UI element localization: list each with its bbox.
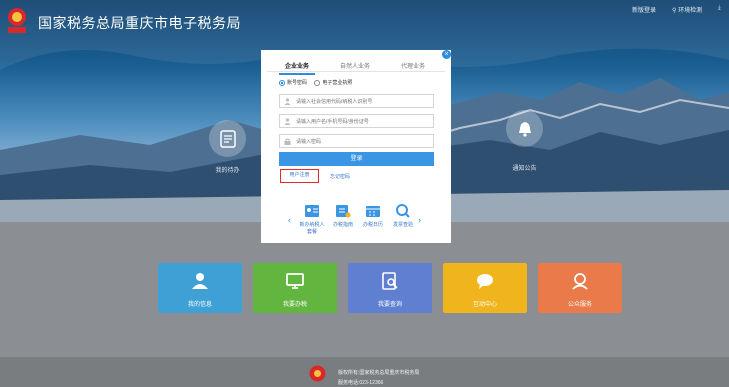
radio-account-password[interactable]: 账号密码 [279,79,307,86]
copyright-text: 版权所有:国家税务总局重庆市税务局 [338,370,420,376]
password-field[interactable] [279,134,434,148]
person-icon [284,118,291,125]
service-tax-guide[interactable]: 办税指南 [329,204,357,228]
my-todo-entry[interactable]: 我的待办 [205,120,250,174]
forgot-password-link[interactable]: 忘记密码 [330,173,350,180]
login-method-radios: 账号密码 电子营业执照 [279,79,352,86]
tile-my-info[interactable]: 我的信息 [158,263,242,313]
next-arrow-icon[interactable]: › [418,215,421,225]
radio-unchecked-icon [314,79,321,86]
tab-enterprise[interactable]: 企业业务 [267,61,327,75]
prev-arrow-icon[interactable]: ‹ [288,215,291,225]
download-icon[interactable]: ⤓ [718,5,721,12]
login-tabs: 企业业务 自然人业务 代理业务 [267,56,445,75]
my-todo-label: 我的待办 [215,168,240,174]
tax-emblem-icon [309,365,326,382]
phone-text: 服务电话:023-12366 [338,380,384,386]
search-icon: ⚲ [672,8,677,14]
credit-code-input[interactable] [296,97,430,106]
tile-interaction[interactable]: 互动中心 [443,263,527,313]
lock-icon [284,138,291,145]
tile-query[interactable]: 我要查询 [348,263,432,313]
page: 国家税务总局重庆市电子税务局 新版登录 ⚲ 环境检测 ⤓ 我的待办 通知公告 我… [0,0,729,387]
password-input[interactable] [296,137,430,146]
bell-icon [506,110,543,147]
radio-checked-icon [279,79,285,86]
service-tax-calendar[interactable]: 办税日历 [359,204,387,228]
person-icon [284,98,291,105]
site-title: 国家税务总局重庆市电子税务局 [38,15,241,31]
env-check-link[interactable]: ⚲ 环境检测 [672,5,702,14]
document-icon [209,120,246,157]
id-card-icon [305,205,319,217]
tile-public-service[interactable]: 公众服务 [538,263,622,313]
new-login-link[interactable]: 新版登录 [632,5,656,14]
tab-agent[interactable]: 代理业务 [383,61,443,70]
login-button[interactable]: 登录 [279,152,434,166]
service-icon [572,273,588,290]
username-field[interactable] [279,114,434,128]
tab-individual[interactable]: 自然人业务 [325,61,385,70]
guide-icon [336,205,351,218]
notice-entry[interactable]: 通知公告 [502,110,547,172]
service-new-taxpayer[interactable]: 新办纳税人套餐 [298,204,326,235]
chat-icon [477,274,493,289]
monitor-icon [286,273,304,289]
service-invoice-check[interactable]: 发票查验 [389,204,417,228]
radio-business-license[interactable]: 电子营业执照 [314,79,352,86]
tile-file-tax[interactable]: 我要办税 [253,263,337,313]
site-footer: 版权所有:国家税务总局重庆市税务局 服务电话:023-12366 [0,357,729,387]
magnifier-icon [396,204,410,218]
calendar-icon [366,206,380,217]
user-icon [192,273,208,289]
site-header: 国家税务总局重庆市电子税务局 新版登录 ⚲ 环境检测 ⤓ [0,0,729,40]
username-input[interactable] [296,117,430,126]
tax-emblem-logo [8,8,26,33]
notice-label: 通知公告 [512,166,537,172]
credit-code-field[interactable] [279,94,434,108]
search-doc-icon [382,272,398,290]
register-link[interactable]: 用户注册 [280,169,319,183]
